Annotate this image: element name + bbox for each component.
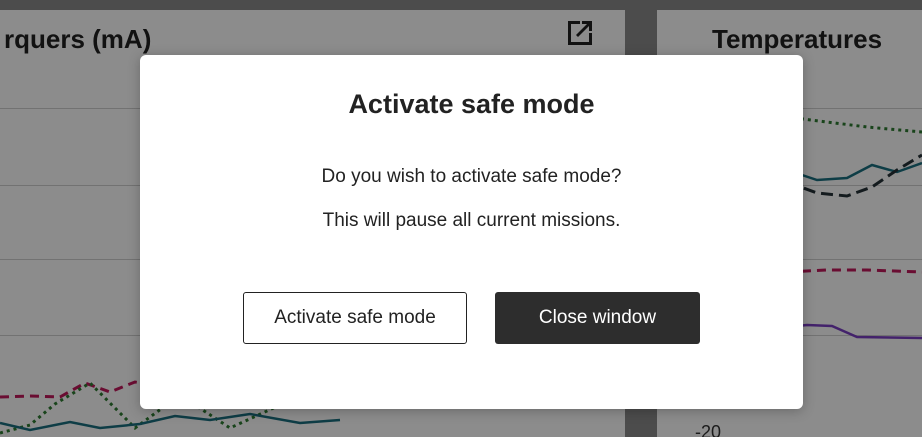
activate-safe-mode-button[interactable]: Activate safe mode [243,292,467,344]
dialog-message-question: Do you wish to activate safe mode? [321,166,622,187]
dialog-title: Activate safe mode [348,89,595,119]
dialog-message-warning: This will pause all current missions. [322,210,621,231]
close-window-button[interactable]: Close window [495,292,700,344]
safe-mode-dialog: Activate safe mode Do you wish to activa… [140,55,803,409]
